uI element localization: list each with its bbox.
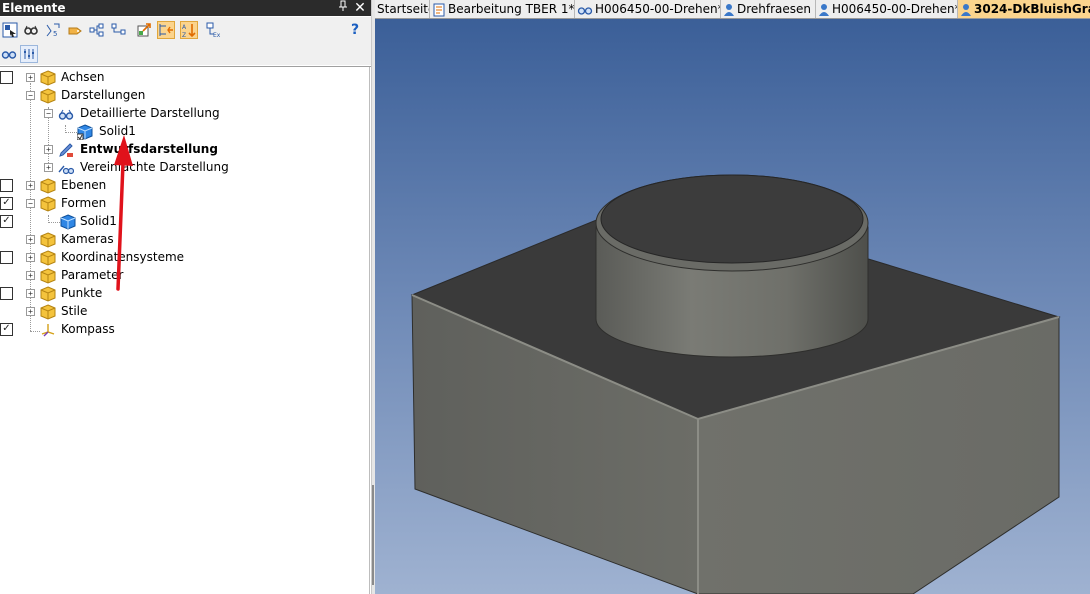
glasses-icon[interactable] [22,21,40,39]
expander-formen[interactable]: − [26,199,35,208]
svg-text:Ex: Ex [213,32,221,38]
3d-viewport[interactable] [375,19,1090,594]
tree-collapse-icon[interactable] [110,21,128,39]
expander-parameter[interactable]: + [26,271,35,280]
folder-cube-icon [40,70,56,86]
tab-bearbeitung[interactable]: Bearbeitung TBER 1* [430,0,575,18]
filter-icon[interactable] [157,21,175,39]
tab-startseite[interactable]: Startseite [375,0,430,18]
tab-label: 3024-DkBluishGray [974,2,1090,16]
simplified-view-icon [58,165,74,175]
checkbox-punkte[interactable] [0,287,13,300]
expander-entwurfsdarstellung[interactable]: + [44,145,53,154]
view-glasses-icon [58,109,74,120]
splitter-grip[interactable] [372,485,374,585]
annotation-arrow [114,135,133,291]
folder-cube-icon [40,286,56,302]
panel-toolbar-secondary [0,43,371,65]
checkbox-solid1[interactable]: ✓ [0,215,13,228]
select-icon[interactable] [1,21,19,39]
expander-achsen[interactable]: + [26,73,35,82]
tab-label: Drehfraesen [737,2,812,16]
3d-model-render [410,174,1061,594]
tab-drehfraesen[interactable]: Drehfraesen [721,0,816,18]
help-glyph: ? [350,22,360,38]
person-icon [819,3,829,16]
cylinder-top-face [600,174,864,264]
distance-icon[interactable]: 5 [44,21,62,39]
tag-icon[interactable] [66,21,84,39]
checkbox-koordinatensysteme[interactable] [0,251,13,264]
expander-kameras[interactable]: + [26,235,35,244]
folder-cube-icon [40,304,56,320]
tree-item-formen[interactable]: Formen [61,196,106,210]
tab-3024-dkbluishgray[interactable]: 3024-DkBluishGray [958,0,1090,18]
tab-label: H006450-00-Drehen* [595,2,721,16]
folder-cube-icon [40,88,56,104]
panel-title: Elemente [2,1,66,15]
export-icon[interactable] [135,21,153,39]
folder-cube-icon [40,250,56,266]
close-icon[interactable]: ✕ [352,0,368,16]
sort-icon[interactable]: AZ [180,21,198,39]
expander-darstellungen[interactable]: − [26,91,35,100]
compass-icon [41,324,55,337]
folder-cube-icon [40,178,56,194]
tree-item-entwurfsdarstellung[interactable]: Entwurfsdarstellung [80,142,218,156]
tree-connector [48,222,60,224]
draft-pencil-icon [59,143,73,157]
tree-icon[interactable] [88,21,106,39]
checkbox-ebenen[interactable] [0,179,13,192]
expander-stile[interactable]: + [26,307,35,316]
element-tree: + Achsen − Darstellungen − Detaillierte … [0,67,370,594]
tree-connector [65,132,77,134]
glasses-icon [577,6,593,15]
pin-icon[interactable] [336,0,350,16]
properties-icon[interactable]: Ex [205,21,223,39]
tree-connector [30,331,40,333]
folder-cube-icon [40,268,56,284]
svg-text:A: A [182,24,187,31]
tree-item-stile[interactable]: Stile [61,304,87,318]
tree-item-darstellungen[interactable]: Darstellungen [61,88,145,102]
parameters-icon[interactable] [20,45,38,63]
tab-h006450-drehen-2[interactable]: H006450-00-Drehen* [816,0,958,18]
panel-title-bar: Elemente ✕ [0,0,371,16]
view-glasses-icon[interactable] [0,45,18,63]
tree-item-ebenen[interactable]: Ebenen [61,178,106,192]
checkbox-kompass[interactable]: ✓ [0,323,13,336]
svg-text:5: 5 [53,30,57,38]
tree-item-kompass[interactable]: Kompass [61,322,115,336]
tree-item-punkte[interactable]: Punkte [61,286,102,300]
expander-koordinatensysteme[interactable]: + [26,253,35,262]
checkbox-achsen[interactable] [0,71,13,84]
folder-cube-icon [40,232,56,248]
document-tabs: Startseite Bearbeitung TBER 1* H006450-0… [375,0,1090,19]
elements-panel: Elemente ✕ 5 AZ Ex ? + Achsen − Darstell… [0,0,371,594]
folder-cube-icon [40,196,56,212]
tab-label: Bearbeitung TBER 1* [448,2,575,16]
expander-detaillierte-darstellung[interactable]: − [44,109,53,118]
tab-label: Startseite [377,2,430,16]
help-icon[interactable]: ? [346,21,364,39]
solid-cube-icon [77,124,93,140]
tab-h006450-drehen-1[interactable]: H006450-00-Drehen* [575,0,721,18]
tab-label: H006450-00-Drehen* [832,2,958,16]
tree-item-detaillierte-darstellung[interactable]: Detaillierte Darstellung [80,106,220,120]
expander-ebenen[interactable]: + [26,181,35,190]
tree-item-vereinfachte-darstellung[interactable]: Vereinfachte Darstellung [80,160,229,174]
person-icon [724,3,734,16]
panel-toolbar: 5 AZ Ex ? [0,17,371,43]
person-icon [961,3,971,16]
expander-vereinfachte-darstellung[interactable]: + [44,163,53,172]
solid-cube-icon [60,214,76,230]
svg-text:Z: Z [182,32,186,38]
checkbox-formen[interactable]: ✓ [0,197,13,210]
document-icon [433,3,445,16]
expander-punkte[interactable]: + [26,289,35,298]
tree-item-achsen[interactable]: Achsen [61,70,104,84]
